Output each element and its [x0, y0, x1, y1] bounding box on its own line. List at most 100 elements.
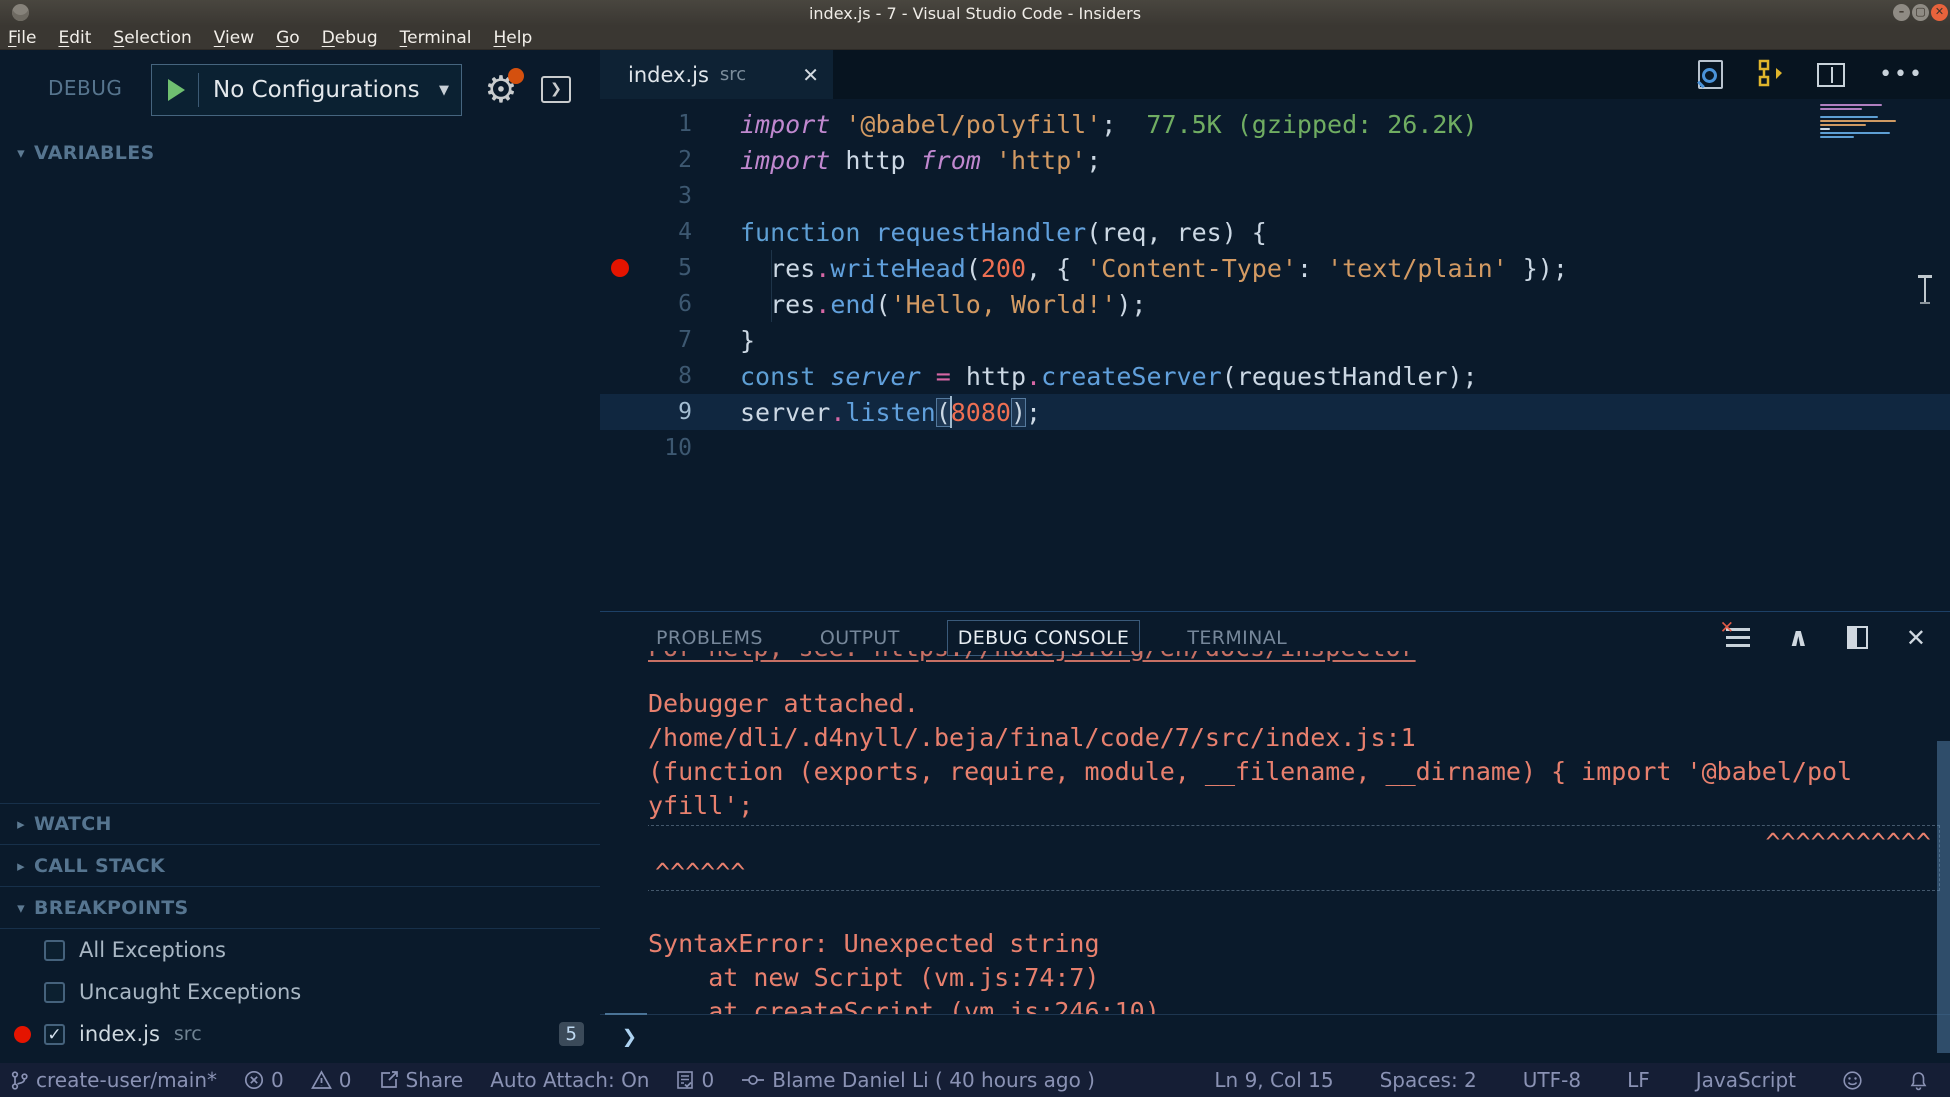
minimap[interactable] [1820, 104, 1906, 144]
code-line[interactable]: 7} [600, 322, 1950, 358]
console-line: at createScript (vm.js:246:10) [648, 995, 1940, 1014]
menu-item-selection[interactable]: Selection [113, 28, 191, 48]
breakpoint-label: Uncaught Exceptions [79, 980, 301, 1004]
debug-configuration-dropdown[interactable]: No Configurations ▼ [151, 64, 462, 116]
status-item-auto-attach-on[interactable]: Auto Attach: On [490, 1068, 649, 1092]
divider [198, 73, 199, 107]
token-kw: from [921, 146, 981, 175]
token-pl: , [1146, 218, 1176, 247]
status-item-text: Auto Attach: On [490, 1068, 649, 1092]
gitlens-compare-icon[interactable] [1757, 58, 1783, 92]
debug-repl-input[interactable]: ❯ [600, 1014, 1950, 1063]
token-st: 'Content-Type' [1086, 254, 1297, 283]
status-item-share[interactable]: Share [379, 1068, 464, 1092]
share-icon [379, 1070, 399, 1090]
breakpoint-dot [14, 1026, 31, 1043]
status-item-0[interactable]: 0 [676, 1068, 714, 1092]
menu-item-debug[interactable]: Debug [322, 28, 378, 48]
token-pl: , { [1026, 254, 1086, 283]
status-item-ln-9-col-15[interactable]: Ln 9, Col 15 [1214, 1068, 1333, 1092]
code-line[interactable]: 9server.listen(8080); [600, 394, 1950, 430]
configure-gear-icon[interactable]: ⚙ [478, 66, 524, 114]
file-search-icon[interactable] [1698, 60, 1723, 89]
panel-tab-problems[interactable]: PROBLEMS [646, 621, 773, 655]
token-dot: . [830, 398, 845, 427]
code-line[interactable]: 3 [600, 178, 1950, 214]
code-line[interactable]: 10 [600, 430, 1950, 466]
debug-console-output[interactable]: For help, see: https://nodejs.org/en/doc… [648, 651, 1940, 1014]
panel-tab-output[interactable]: OUTPUT [810, 621, 910, 655]
section-breakpoints[interactable]: ▾ BREAKPOINTS [0, 887, 600, 929]
breakpoint-checkbox[interactable] [44, 940, 65, 961]
code-editor[interactable]: 1import '@babel/polyfill'; 77.5K (gzippe… [600, 99, 1950, 611]
restore-panel-icon[interactable] [1847, 626, 1868, 649]
token-dot: . [815, 254, 830, 283]
token-fn: writeHead [830, 254, 965, 283]
console-line: SyntaxError: Unexpected string [648, 927, 1940, 961]
status-item-create-user-main[interactable]: create-user/main* [10, 1068, 217, 1092]
status-item-blame-daniel-li-40-hours-ago[interactable]: Blame Daniel Li ( 40 hours ago ) [741, 1068, 1095, 1092]
token-kw: import [740, 110, 830, 139]
maximize-icon[interactable]: ▢ [1912, 4, 1929, 21]
start-debugging-icon[interactable] [168, 79, 185, 101]
code-line[interactable]: 1import '@babel/polyfill'; 77.5K (gzippe… [600, 106, 1950, 142]
debug-toolbar: DEBUG No Configurations ▼ ⚙ ❯ [0, 50, 600, 130]
twistie-expanded-icon: ▾ [8, 899, 34, 917]
code-line[interactable]: 4function requestHandler(req, res) { [600, 214, 1950, 250]
tab-close-icon[interactable]: ✕ [802, 63, 819, 87]
more-actions-icon[interactable]: ••• [1879, 70, 1924, 80]
console-line: Debugger attached. [648, 687, 1940, 721]
status-item-javascript[interactable]: JavaScript [1696, 1068, 1796, 1092]
close-icon[interactable]: ✕ [1931, 4, 1948, 21]
menu-item-go[interactable]: Go [276, 28, 300, 48]
status-item-0[interactable]: 0 [311, 1068, 352, 1092]
section-variables[interactable]: ▾ VARIABLES [0, 132, 600, 174]
breakpoint-row[interactable]: Uncaught Exceptions [0, 971, 600, 1013]
bell-icon [1909, 1070, 1928, 1091]
line-number: 2 [600, 147, 692, 173]
status-item-bell[interactable] [1909, 1070, 1928, 1091]
status-item-0[interactable]: 0 [244, 1068, 284, 1092]
maximize-panel-chevron-icon[interactable]: ∧ [1788, 628, 1809, 648]
breakpoint-gutter-dot[interactable] [611, 259, 629, 277]
panel-tab-terminal[interactable]: TERMINAL [1177, 621, 1297, 655]
open-debug-console-icon[interactable]: ❯ [541, 76, 571, 103]
code-line[interactable]: 8const server = http.createServer(reques… [600, 358, 1950, 394]
breakpoint-row[interactable]: All Exceptions [0, 929, 600, 971]
status-item-lf[interactable]: LF [1627, 1068, 1650, 1092]
token-pl: ; [1026, 398, 1041, 427]
menu-item-help[interactable]: Help [493, 28, 532, 48]
status-bar: create-user/main* 0 0 Share Auto Attach: On 0… [0, 1063, 1950, 1097]
status-item-spaces-2[interactable]: Spaces: 2 [1380, 1068, 1477, 1092]
token-pl: http [830, 146, 920, 175]
console-scrollbar[interactable] [1937, 741, 1950, 1053]
token-pl: ; [1086, 146, 1101, 175]
code-line[interactable]: 6 res.end('Hello, World!'); [600, 286, 1950, 322]
section-watch[interactable]: ▸ WATCH [0, 803, 600, 845]
menu-item-file[interactable]: File [8, 28, 36, 48]
split-editor-icon[interactable] [1817, 63, 1845, 87]
close-panel-icon[interactable]: ✕ [1906, 624, 1926, 652]
breakpoint-row[interactable]: ✓index.jssrc5 [0, 1013, 600, 1055]
minimize-icon[interactable]: – [1893, 4, 1910, 21]
token-pl: ( [1222, 362, 1237, 391]
breakpoint-checkbox[interactable]: ✓ [44, 1024, 65, 1045]
clear-console-icon[interactable]: ✕ [1726, 628, 1750, 648]
indent-guide [771, 250, 772, 322]
twistie-expanded-icon: ▾ [8, 144, 34, 162]
status-item-smiley[interactable] [1842, 1070, 1863, 1091]
app-menu-icon[interactable] [12, 4, 29, 21]
debug-configuration-value: No Configurations [213, 77, 420, 103]
menu-item-view[interactable]: View [214, 28, 254, 48]
menu-item-edit[interactable]: Edit [58, 28, 91, 48]
status-item-utf-8[interactable]: UTF-8 [1523, 1068, 1581, 1092]
menu-item-terminal[interactable]: Terminal [400, 28, 472, 48]
code-line[interactable]: 2import http from 'http'; [600, 142, 1950, 178]
breakpoint-checkbox[interactable] [44, 982, 65, 1003]
tab-index-js[interactable]: index.js src ✕ [600, 50, 833, 99]
line-content: } [692, 326, 755, 355]
token-pl: req [1101, 218, 1146, 247]
section-call-stack[interactable]: ▸ CALL STACK [0, 845, 600, 887]
code-line[interactable]: 5 res.writeHead(200, { 'Content-Type': '… [600, 250, 1950, 286]
magnifier-handle [1697, 81, 1705, 89]
